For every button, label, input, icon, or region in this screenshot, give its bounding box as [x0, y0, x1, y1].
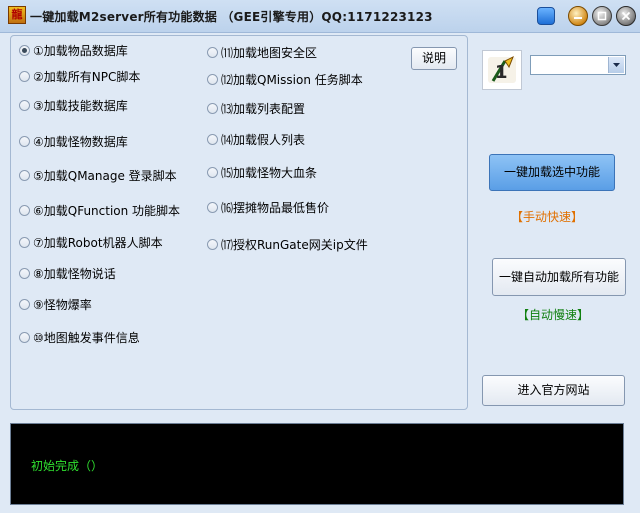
server-select[interactable] — [530, 55, 626, 75]
option-item[interactable]: ⑦加载Robot机器人脚本 — [19, 233, 163, 251]
options-panel — [10, 35, 468, 410]
radio-button[interactable] — [19, 331, 30, 343]
option-label: ⑨怪物爆率 — [33, 297, 92, 312]
option-label: ⒄授权RunGate网关ip文件 — [221, 237, 368, 252]
radio-button[interactable] — [19, 204, 30, 216]
auto-slow-label: 【自动慢速】 — [517, 308, 590, 322]
option-item[interactable]: ⒃摆摊物品最低售价 — [207, 198, 329, 216]
radio-button[interactable] — [19, 70, 30, 82]
option-item[interactable]: ⑤加载QManage 登录脚本 — [19, 166, 177, 184]
radio-button[interactable] — [19, 267, 30, 279]
option-item[interactable]: ①加载物品数据库 — [19, 41, 128, 59]
radio-button[interactable] — [207, 166, 218, 178]
manual-fast-label: 【手动快速】 — [511, 210, 584, 224]
maximize-button[interactable] — [592, 6, 612, 26]
svg-text:1: 1 — [495, 62, 508, 83]
option-label: ⑤加载QManage 登录脚本 — [33, 168, 177, 183]
logo-icon: 1 — [482, 50, 522, 90]
option-label: ⑥加载QFunction 功能脚本 — [33, 203, 181, 218]
option-label: ⒁加载假人列表 — [221, 132, 306, 147]
radio-button[interactable] — [19, 298, 30, 310]
window-title: 一键加载M2server所有功能数据 （GEE引擎专用）QQ:117122312… — [30, 10, 433, 24]
option-label: ⑩地图触发事件信息 — [33, 330, 140, 345]
option-label: ⑦加载Robot机器人脚本 — [33, 235, 163, 250]
log-console: 初始完成（） — [10, 423, 624, 505]
option-item[interactable]: ⒁加载假人列表 — [207, 130, 305, 148]
app-icon: 龍 — [8, 6, 26, 24]
option-label: ⒃摆摊物品最低售价 — [221, 200, 330, 215]
option-item[interactable]: ⑨怪物爆率 — [19, 295, 92, 313]
skin-icon[interactable] — [537, 7, 555, 25]
option-item[interactable]: ⑿加载QMission 任务脚本 — [207, 70, 363, 88]
load-all-button[interactable]: 一键自动加载所有功能 — [492, 258, 626, 296]
option-label: ③加载技能数据库 — [33, 98, 128, 113]
option-item[interactable]: ④加载怪物数据库 — [19, 132, 128, 150]
radio-button[interactable] — [207, 133, 218, 145]
radio-button[interactable] — [19, 99, 30, 111]
option-label: ⑿加载QMission 任务脚本 — [221, 72, 363, 87]
radio-button[interactable] — [207, 46, 218, 58]
option-item[interactable]: ⑧加载怪物说话 — [19, 264, 116, 282]
log-text: 初始完成（） — [31, 459, 104, 473]
radio-button[interactable] — [207, 102, 218, 114]
option-label: ⑾加载地图安全区 — [221, 45, 318, 60]
radio-button[interactable] — [207, 238, 218, 250]
option-item[interactable]: ⒂加载怪物大血条 — [207, 163, 317, 181]
option-item[interactable]: ⒄授权RunGate网关ip文件 — [207, 235, 368, 253]
option-item[interactable]: ②加载所有NPC脚本 — [19, 67, 140, 85]
website-button[interactable]: 进入官方网站 — [482, 375, 625, 406]
radio-button[interactable] — [19, 44, 30, 56]
option-label: ②加载所有NPC脚本 — [33, 69, 141, 84]
load-selected-button[interactable]: 一键加载选中功能 — [489, 154, 615, 191]
option-label: ①加载物品数据库 — [33, 43, 128, 58]
option-label: ⒀加载列表配置 — [221, 101, 306, 116]
option-item[interactable]: ③加载技能数据库 — [19, 96, 128, 114]
radio-button[interactable] — [207, 73, 218, 85]
chevron-down-icon[interactable] — [608, 57, 624, 73]
title-bar: 龍 一键加载M2server所有功能数据 （GEE引擎专用）QQ:1171223… — [0, 0, 640, 33]
main-window: 龍 一键加载M2server所有功能数据 （GEE引擎专用）QQ:1171223… — [0, 0, 640, 513]
close-button[interactable] — [616, 6, 636, 26]
radio-button[interactable] — [19, 236, 30, 248]
option-label: ⒂加载怪物大血条 — [221, 165, 318, 180]
minimize-button[interactable] — [568, 6, 588, 26]
radio-button[interactable] — [19, 135, 30, 147]
option-label: ④加载怪物数据库 — [33, 134, 128, 149]
option-label: ⑧加载怪物说话 — [33, 266, 116, 281]
option-item[interactable]: ⑩地图触发事件信息 — [19, 328, 140, 346]
radio-button[interactable] — [207, 201, 218, 213]
option-item[interactable]: ⑾加载地图安全区 — [207, 43, 317, 61]
option-item[interactable]: ⒀加载列表配置 — [207, 99, 305, 117]
help-button[interactable]: 说明 — [411, 47, 457, 70]
radio-button[interactable] — [19, 169, 30, 181]
option-item[interactable]: ⑥加载QFunction 功能脚本 — [19, 201, 180, 219]
